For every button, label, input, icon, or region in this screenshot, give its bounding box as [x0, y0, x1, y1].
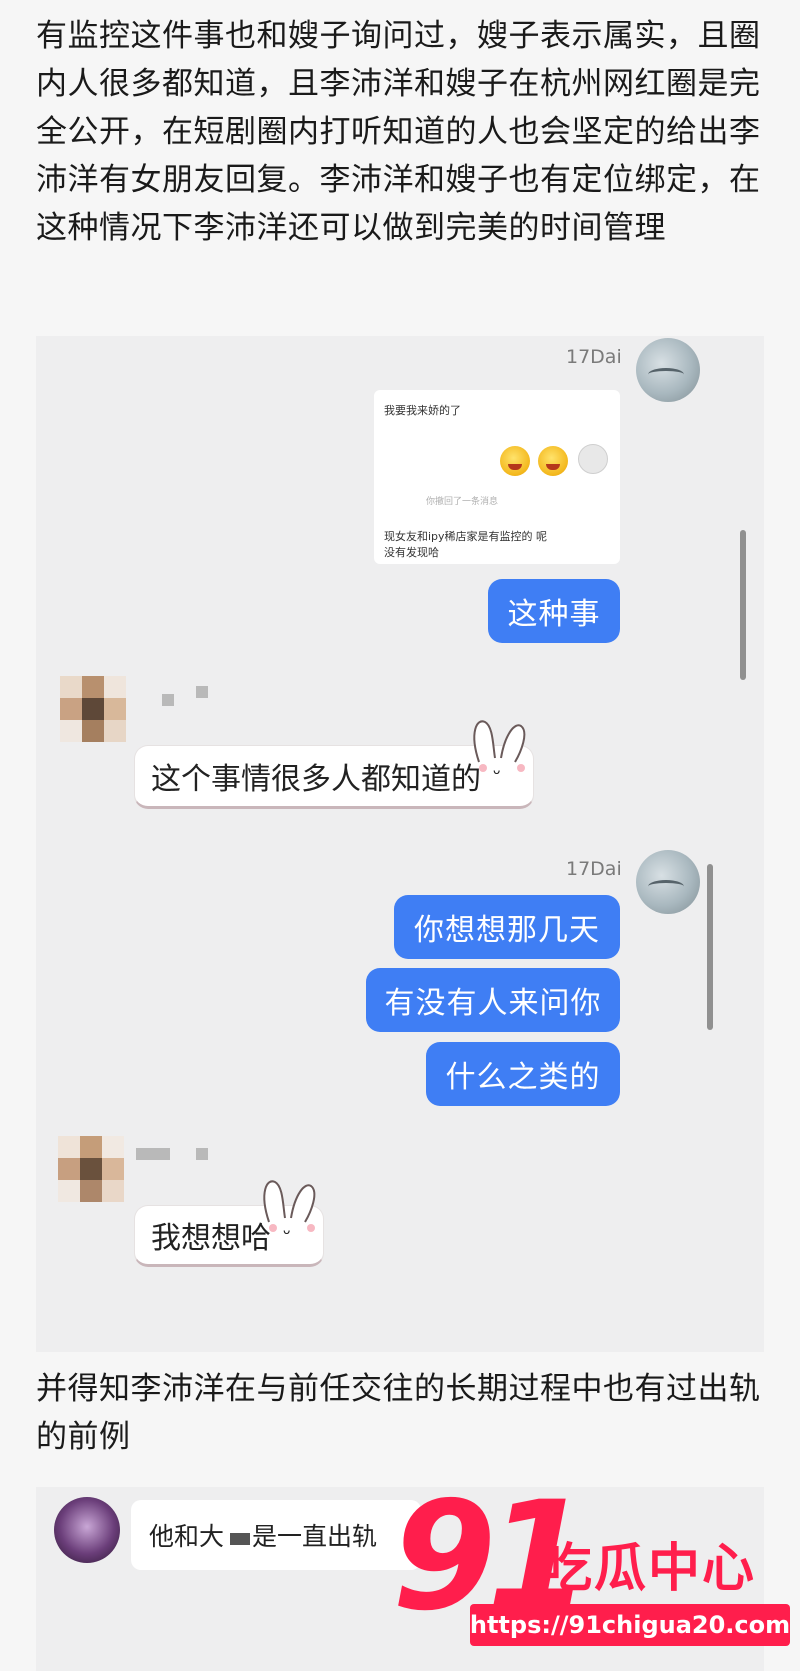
avatar-17dai: [636, 338, 700, 402]
forwarded-screenshot: 我要我来娇的了 你撤回了一条消息 现女友和ipy稀店家是有监控的 呢 没有发现哈: [374, 390, 620, 564]
sender-name-blurred: [196, 1148, 208, 1160]
svg-text:ᴗ: ᴗ: [283, 1223, 290, 1237]
avatar-other-blurred: [60, 676, 126, 742]
message-bubble-other: 这个事情很多人都知道的 ᴗ: [134, 720, 534, 809]
message-text: 这个事情很多人都知道的: [151, 762, 481, 797]
svg-text:ᴗ: ᴗ: [493, 763, 500, 777]
sender-name-blurred: [162, 694, 174, 706]
sender-name-blurred: [196, 686, 208, 698]
avatar-other-blurred: [58, 1136, 124, 1202]
bunny-ears-icon: ᴗ: [473, 720, 526, 777]
article-paragraph-2: 并得知李沛洋在与前任交往的长期过程中也有过出轨的前例: [36, 1371, 761, 1455]
sticker-icon: [578, 444, 608, 474]
message-bubble-other: 我想想哈 ᴗ: [134, 1180, 324, 1267]
scrollbar[interactable]: [740, 530, 746, 680]
forwarded-line-2: 现女友和ipy稀店家是有监控的 呢: [384, 530, 548, 543]
redaction-bar: [230, 1533, 251, 1545]
sender-name-17dai: 17Dai: [566, 346, 622, 368]
scrollbar[interactable]: [707, 864, 713, 1030]
avatar-17dai: [636, 850, 700, 914]
laugh-emoji-icon: [500, 446, 530, 476]
sender-name-blurred: [136, 1148, 170, 1160]
message-bubble-me: 你想想那几天: [394, 895, 620, 959]
article-paragraph-1: 有监控这件事也和嫂子询问过，嫂子表示属实，且圈内人很多都知道，且李沛洋和嫂子在杭…: [36, 18, 761, 246]
message-bubble-me: 这种事: [488, 579, 620, 643]
laugh-emoji-icon: [538, 446, 568, 476]
recall-notice: 你撤回了一条消息: [426, 497, 499, 507]
watermark-site-name: 吃瓜中心: [540, 1539, 757, 1599]
avatar-other: [54, 1497, 120, 1563]
forwarded-line-1: 我要我来娇的了: [384, 404, 461, 417]
watermark-url: https://91chigua20.com: [470, 1604, 790, 1646]
message-bubble-me: 有没有人来问你: [366, 968, 620, 1032]
forwarded-line-3: 没有发现哈: [384, 546, 439, 559]
bunny-ears-icon: ᴗ: [263, 1180, 316, 1237]
sender-name-17dai: 17Dai: [566, 858, 622, 880]
site-watermark: 91 吃瓜中心 https://91chigua20.com: [392, 1472, 792, 1671]
message-text-part1: 他和大: [149, 1522, 225, 1551]
message-text-part2: 是一直出轨: [252, 1522, 378, 1551]
message-bubble-other: 他和大 是一直出轨: [131, 1500, 421, 1570]
message-bubble-me: 什么之类的: [426, 1042, 620, 1106]
